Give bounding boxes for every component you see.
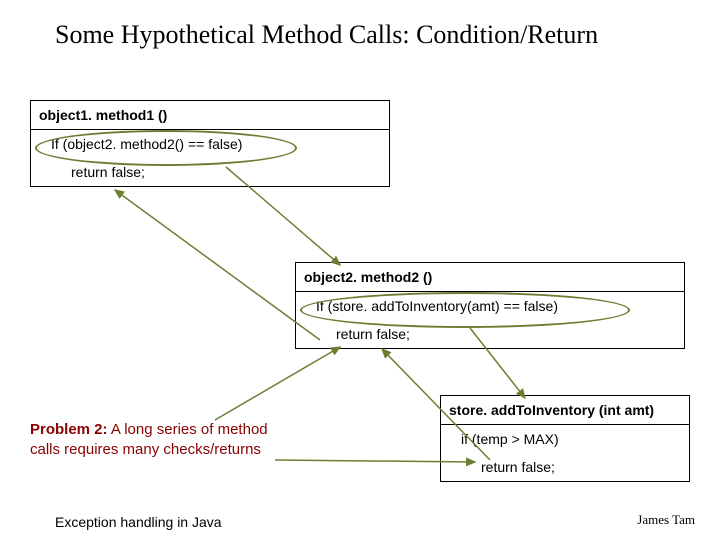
highlight-ellipse-1 — [35, 130, 297, 166]
footer-right: James Tam — [637, 512, 695, 528]
code-box-addtoinventory: store. addToInventory (int amt) if (temp… — [440, 395, 690, 482]
box1-header: object1. method1 () — [31, 101, 389, 130]
problem-block: Problem 2: A long series of method calls… — [30, 420, 290, 459]
slide-title: Some Hypothetical Method Calls: Conditio… — [55, 20, 598, 50]
footer-left: Exception handling in Java — [55, 514, 222, 530]
box2-header: object2. method2 () — [296, 263, 684, 292]
problem-label: Problem 2: — [30, 421, 108, 438]
box3-line2: return false; — [441, 453, 689, 481]
highlight-ellipse-2 — [300, 292, 630, 328]
box3-header: store. addToInventory (int amt) — [441, 396, 689, 425]
box3-line1: if (temp > MAX) — [441, 425, 689, 453]
